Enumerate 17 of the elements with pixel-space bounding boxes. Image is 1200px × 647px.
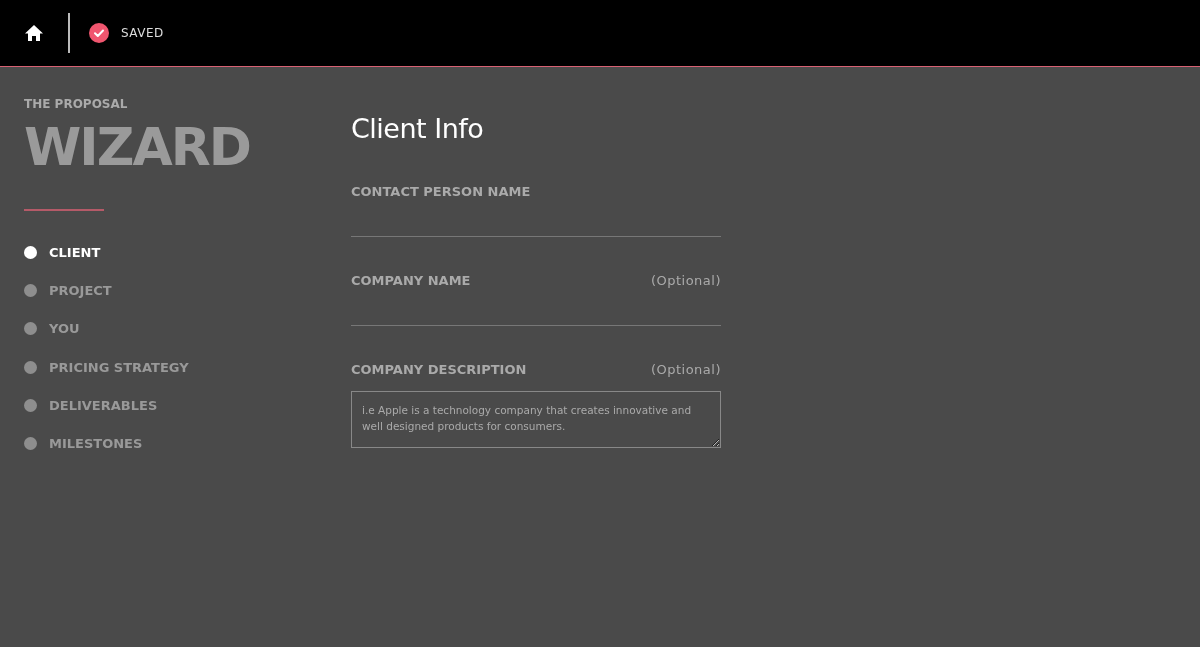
step-link[interactable]: PROJECT <box>49 282 112 298</box>
subtitle: THE PROPOSAL <box>24 97 129 111</box>
step-link[interactable]: YOU <box>49 321 80 337</box>
field-label: COMPANY DESCRIPTION <box>351 362 527 377</box>
form-title: Client Info <box>351 113 485 144</box>
optional-note: (Optional) <box>650 362 721 377</box>
field-label: COMPANY NAME <box>351 273 471 288</box>
step-link[interactable]: DELIVERABLES <box>49 397 158 413</box>
step-link[interactable]: MILESTONES <box>49 436 143 452</box>
step-link[interactable]: PRICING STRATEGY <box>49 359 189 375</box>
home-icon[interactable] <box>24 24 44 42</box>
step-link[interactable]: CLIENT <box>49 244 101 260</box>
description-field[interactable]: i.e Apple is a technology company that creates innovative and well designed products for consumers. <box>351 391 721 448</box>
wizard-title: WIZARD <box>24 117 251 177</box>
status-text: SAVED <box>121 26 164 40</box>
optional-note: (Optional) <box>650 273 721 288</box>
field-label: CONTACT PERSON NAME <box>351 184 531 199</box>
